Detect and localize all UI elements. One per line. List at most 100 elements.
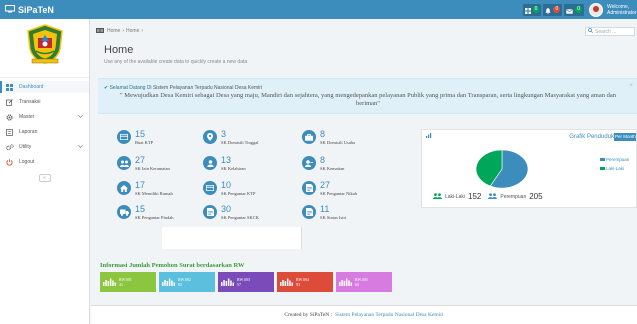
breadcrumb: Home › Home › [91,26,637,36]
stat-card[interactable]: 17 SK Memiliki Rumah [117,181,173,196]
edit-icon [6,98,14,106]
population-counts: Laki-Laki 152 Perempuan 205 [433,192,550,201]
logo-area [0,23,89,78]
rw-tile[interactable]: RW.003 57 [218,272,274,292]
chevron-down-icon [78,114,83,120]
bar-chart-icon [103,273,116,291]
sidebar-collapse-button[interactable]: « [38,174,51,182]
stat-value: 8 [320,155,326,165]
breadcrumb-item[interactable]: Home [107,28,120,34]
search-input[interactable]: Search ... [585,27,635,36]
stat-card[interactable]: 3 SK Domisili Tinggal [203,130,259,145]
footer-credit: Created by SiPaTeN : [284,312,333,318]
rw-value: 57 [237,282,241,287]
map-pin-icon [203,130,217,144]
brand[interactable]: SiPaTeN [0,0,90,19]
sidebar-item-label: Master [19,114,35,120]
power-icon [6,158,14,166]
sidebar-item-master[interactable]: Master [0,111,89,123]
rw-tile[interactable]: RW.004 93 [277,272,333,292]
stat-label: SK Pengantar Pindah [135,215,174,220]
chevron-down-icon [78,144,83,150]
stat-value: 8 [320,129,326,139]
stat-value: 11 [320,204,330,214]
monitor-icon [5,4,18,15]
user-icon [203,156,217,170]
breadcrumb-item[interactable]: Home [126,28,139,34]
sidebar-item-label: Utility [19,144,32,150]
messages-button[interactable]: 0 [564,1,584,19]
stat-card[interactable]: 13 SK Kelahiran [203,156,246,171]
apps-badge: 0 [532,6,540,13]
stat-card[interactable]: 8 SK Domisili Usaha [302,130,355,145]
welcome-system-name: Sistem Pelayanan Terpadu Nasional Desa K… [152,85,263,91]
document-icon [302,181,316,195]
card-icon [117,130,131,144]
stat-card[interactable]: 27 SK Pengantar Nikah [302,181,357,196]
search-icon [588,28,593,35]
envelope-icon [566,1,574,19]
rw-value: 93 [296,282,300,287]
footer: Created by SiPaTeN : Sistem Pelayanan Te… [91,305,637,324]
breadcrumb-separator: › [141,28,144,34]
stat-card[interactable]: 10 SK Pengantar KTP [203,181,256,196]
dashboard-icon [6,83,14,91]
stat-card[interactable]: 15 Buat KTP [117,130,153,145]
regency-emblem-icon [26,24,63,64]
stat-value: 3 [221,129,227,139]
close-icon[interactable]: × [629,83,633,89]
bar-chart-icon [280,273,293,291]
stat-value: 15 [135,129,146,139]
stat-label: SK Pengantar Nikah [320,191,357,196]
apps-button[interactable]: 0 [522,1,542,19]
grid-icon [524,1,531,19]
user-minus-icon [302,156,316,170]
rw-tile[interactable]: RW.005 60 [336,272,392,292]
stat-label: SK Izin Keramaian [135,166,170,171]
rw-tile[interactable]: RW.001 41 [100,272,156,292]
sidebar-item-dashboard[interactable]: Dashboard [0,81,89,93]
sidebar-item-logout[interactable]: Logout [0,156,89,168]
rw-tile[interactable]: RW.002 82 [159,272,215,292]
notifications-button[interactable]: 0 [543,3,563,16]
sidebar: Dashboard Transaksi Master Laporan Utili… [0,19,90,324]
stat-label: SK Pengantar SKCK [221,215,259,220]
truck-icon [117,205,131,219]
footer-link[interactable]: Sistem Pelayanan Terpadu Nasional Desa K… [335,312,443,318]
user-menu[interactable]: Welcome, Administrator [607,4,637,16]
bar-chart-icon [339,273,352,291]
avatar[interactable] [589,2,603,17]
page-title: Home [104,44,134,56]
list-icon [6,128,14,136]
gears-icon [6,143,14,151]
female-label: Perempuan [500,193,527,200]
stat-card[interactable]: 8 SK Kematian [302,156,344,171]
user-name: Administrator [607,9,637,16]
breadcrumb-separator: › [122,28,125,34]
welcome-vision: " Mewujudkan Desa Kemiri sebagai Desa ya… [120,92,616,107]
rw-value: 60 [355,282,359,287]
messages-badge: 0 [575,6,582,13]
search-placeholder: Search ... [595,28,617,35]
document-icon [302,205,316,219]
gear-icon [6,113,14,121]
chart-legend-item: Laki-Laki [600,166,624,171]
stat-card[interactable]: 27 SK Izin Keramaian [117,156,170,171]
welcome-line: ✔ Selamat Datang Di Sistem Pelayanan Ter… [104,85,262,91]
stat-value: 27 [135,155,146,165]
sidebar-item-transaksi[interactable]: Transaksi [0,96,89,108]
stat-card[interactable]: 11 SK Status Istri [302,205,346,220]
stat-value: 13 [221,155,232,165]
legend-label: Laki-Laki [606,166,625,171]
stat-card[interactable]: 15 SK Pengantar Pindah [117,205,174,220]
stat-card[interactable]: 30 SK Pengantar SKCK [203,205,259,220]
sidebar-item-utility[interactable]: Utility [0,141,89,153]
sidebar-item-label: Laporan [19,129,38,135]
sidebar-item-laporan[interactable]: Laporan [0,126,89,138]
male-count: 152 [468,192,482,201]
stat-value: 17 [135,180,146,190]
briefcase-icon [302,130,316,144]
sidebar-item-label: Transaksi [19,99,41,105]
stat-label: Buat KTP [135,140,154,145]
stat-value: 15 [135,204,146,214]
